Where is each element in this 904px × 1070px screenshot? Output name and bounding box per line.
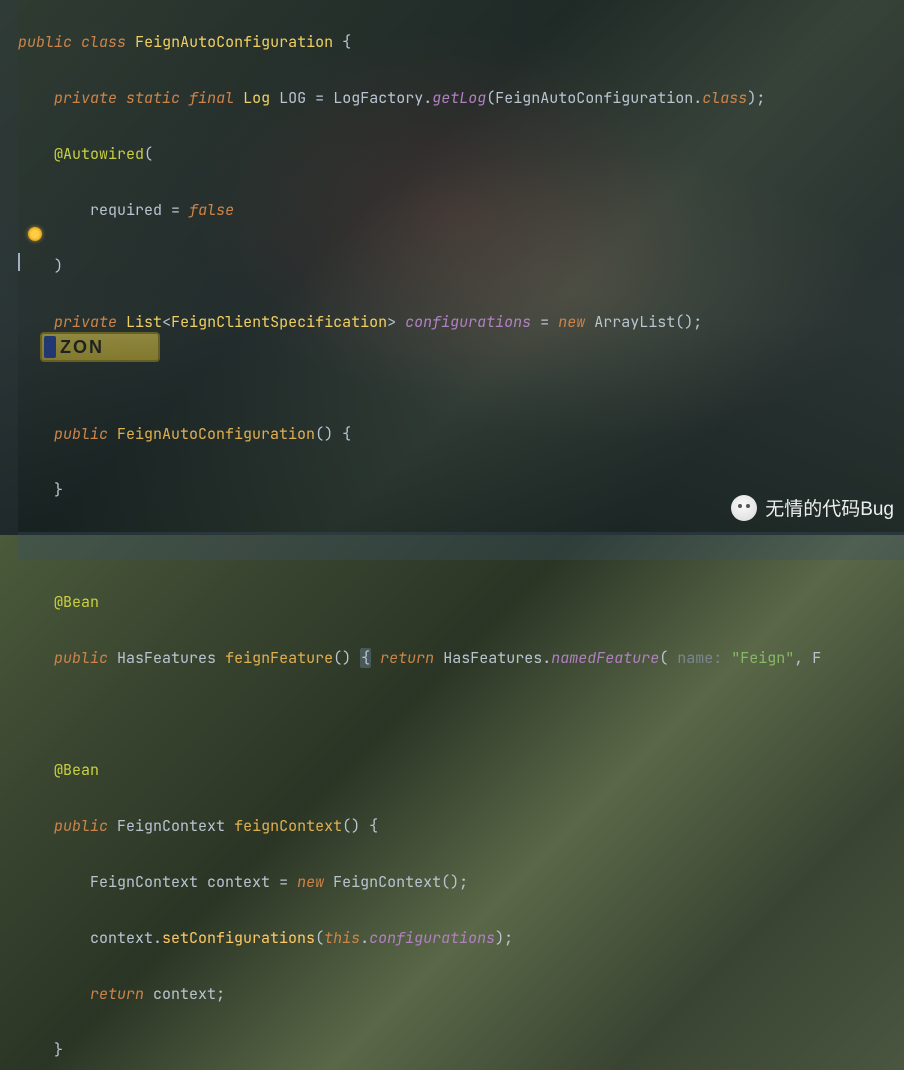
code-line[interactable] — [18, 700, 904, 728]
code-line[interactable]: ) — [18, 252, 904, 280]
code-line[interactable]: public class FeignAutoConfiguration { — [18, 28, 904, 56]
code-line[interactable]: public HasFeatures feignFeature() { retu… — [18, 644, 904, 672]
code-line[interactable]: public FeignAutoConfiguration() { — [18, 420, 904, 448]
code-line[interactable]: context.setConfigurations(this.configura… — [18, 924, 904, 952]
code-line[interactable]: public FeignContext feignContext() { — [18, 812, 904, 840]
code-line[interactable]: private List<FeignClientSpecification> c… — [18, 308, 904, 336]
code-line[interactable]: @Bean — [18, 756, 904, 784]
code-line[interactable]: private static final Log LOG = LogFactor… — [18, 84, 904, 112]
lightbulb-icon[interactable] — [28, 227, 42, 241]
code-editor[interactable]: public class FeignAutoConfiguration { pr… — [18, 0, 904, 1070]
watermark-text: 无情的代码Bug — [765, 494, 894, 521]
wechat-icon — [731, 495, 757, 521]
code-line[interactable]: } — [18, 1036, 904, 1064]
code-line[interactable]: @Bean — [18, 588, 904, 616]
editor-gutter — [0, 0, 18, 535]
code-line[interactable]: @Autowired( — [18, 140, 904, 168]
code-line[interactable] — [18, 364, 904, 392]
code-line-active[interactable] — [18, 532, 904, 560]
watermark: 无情的代码Bug — [731, 494, 894, 521]
code-line[interactable]: return context; — [18, 980, 904, 1008]
code-line[interactable]: required = false — [18, 196, 904, 224]
code-line[interactable]: FeignContext context = new FeignContext(… — [18, 868, 904, 896]
